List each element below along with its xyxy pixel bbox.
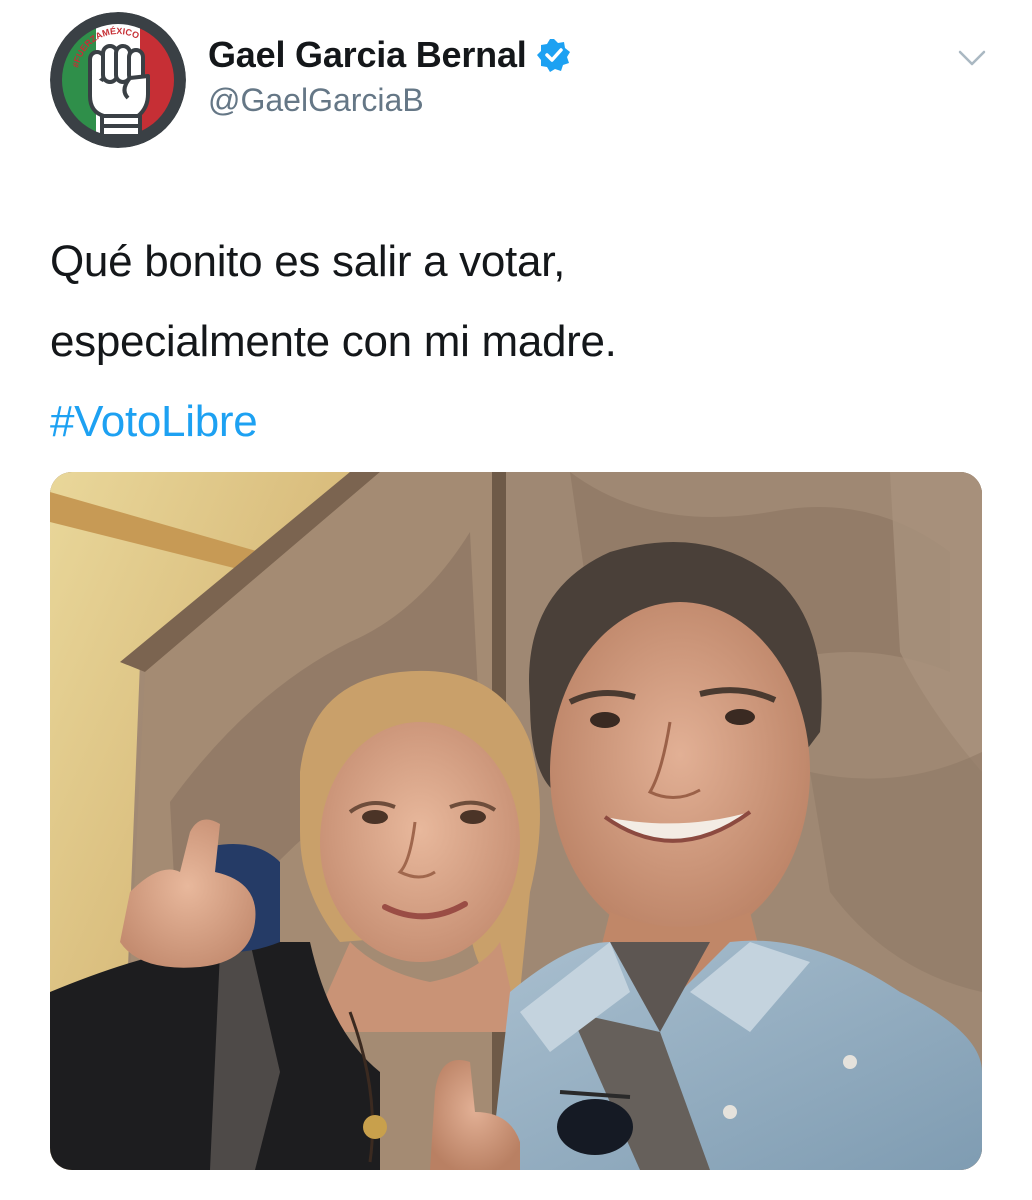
raised-fist-icon: #FUERZAMÉXICO — [50, 12, 186, 148]
author-avatar[interactable]: #FUERZAMÉXICO — [50, 12, 186, 148]
tweet-text: Qué bonito es salir a votar, especialmen… — [50, 222, 990, 462]
verified-badge-icon — [536, 38, 571, 72]
tweet-text-line: especialmente con mi madre. — [50, 317, 617, 366]
author-handle[interactable]: @GaelGarciaB — [208, 82, 424, 119]
author-name-row[interactable]: Gael Garcia Bernal — [208, 30, 571, 80]
author-display-name[interactable]: Gael Garcia Bernal — [208, 34, 527, 76]
tweet-photo[interactable] — [50, 472, 982, 1170]
tweet: #FUERZAMÉXICO Gael Garcia Bernal @GaelGa… — [0, 0, 1032, 1200]
chevron-down-icon[interactable] — [956, 44, 988, 72]
hashtag-link[interactable]: #VotoLibre — [50, 397, 258, 446]
tweet-text-line: Qué bonito es salir a votar, — [50, 237, 566, 286]
